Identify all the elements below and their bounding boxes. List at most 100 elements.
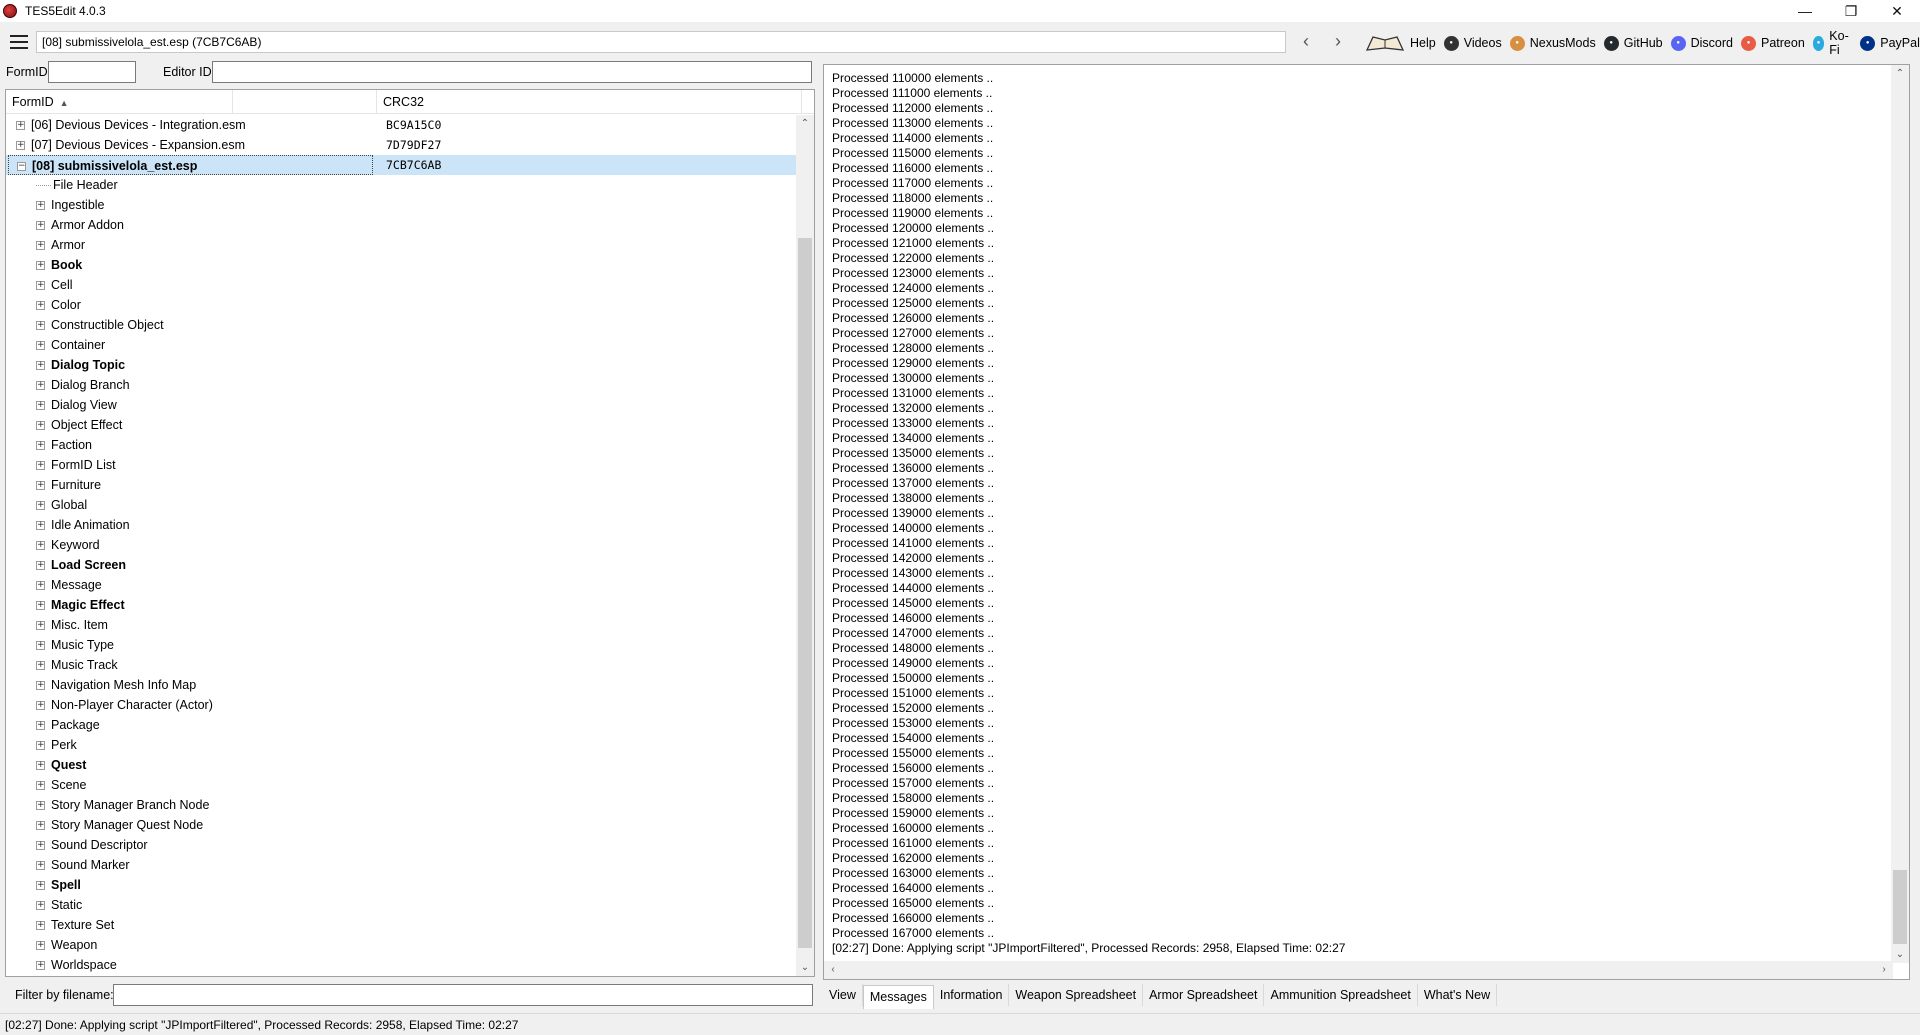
minimize-button[interactable]: — xyxy=(1782,0,1828,22)
link-nexusmods[interactable]: ● NexusMods xyxy=(1509,35,1596,51)
expand-icon[interactable]: + xyxy=(36,861,45,871)
expand-icon[interactable]: + xyxy=(36,361,45,371)
expand-icon[interactable]: + xyxy=(16,121,25,131)
tree-row-group[interactable]: + Music Track xyxy=(6,655,796,675)
tree-row-group[interactable]: + Object Effect xyxy=(6,415,796,435)
messages-log[interactable]: Processed 110000 elements .. Processed 11… xyxy=(823,64,1910,980)
expand-icon[interactable]: + xyxy=(36,801,45,811)
tree-row-group[interactable]: + Keyword xyxy=(6,535,796,555)
tree-row-group[interactable]: + Quest xyxy=(6,755,796,775)
tab-view[interactable]: View xyxy=(823,984,863,1006)
log-scroll-left-icon[interactable]: ‹ xyxy=(824,961,842,978)
tree-row-group[interactable]: + Scene xyxy=(6,775,796,795)
tree-row-group[interactable]: + Constructible Object xyxy=(6,315,796,335)
crc32-column-header[interactable]: CRC32 xyxy=(377,90,802,114)
expand-icon[interactable]: + xyxy=(36,581,45,591)
expand-icon[interactable]: + xyxy=(36,441,45,451)
tree-row-group[interactable]: + Furniture xyxy=(6,475,796,495)
tree-row-group[interactable]: + Dialog Branch xyxy=(6,375,796,395)
expand-icon[interactable]: + xyxy=(36,521,45,531)
tree-row-group[interactable]: + FormID List xyxy=(6,455,796,475)
tree-row-group[interactable]: + Sound Marker xyxy=(6,855,796,875)
expand-icon[interactable]: + xyxy=(36,261,45,271)
expand-icon[interactable]: + xyxy=(36,201,45,211)
expand-icon[interactable]: + xyxy=(36,281,45,291)
tree-row-group[interactable]: + Armor xyxy=(6,235,796,255)
expand-icon[interactable]: + xyxy=(36,661,45,671)
tree-scroll-thumb[interactable] xyxy=(798,238,812,948)
restore-button[interactable]: ❐ xyxy=(1828,0,1874,22)
tree-row-group[interactable]: + Global xyxy=(6,495,796,515)
tree-row-group[interactable]: + Weapon xyxy=(6,935,796,955)
tree-row-group[interactable]: + Idle Animation xyxy=(6,515,796,535)
tree-row-group[interactable]: + Spell xyxy=(6,875,796,895)
expand-icon[interactable]: + xyxy=(36,401,45,411)
log-scroll-down-icon[interactable]: ⌄ xyxy=(1891,946,1909,963)
expand-icon[interactable]: + xyxy=(36,541,45,551)
tree-row-group[interactable]: + Book xyxy=(6,255,796,275)
tree-row-plugin[interactable]: + [06] Devious Devices - Integration.esm B… xyxy=(6,115,796,135)
expand-icon[interactable]: + xyxy=(36,641,45,651)
tree-row-group[interactable]: File Header xyxy=(6,175,796,195)
log-scroll-thumb[interactable] xyxy=(1893,870,1907,944)
tab-what-s-new[interactable]: What's New xyxy=(1418,984,1498,1006)
current-path-box[interactable]: [08] submissivelola_est.esp (7CB7C6AB) xyxy=(36,31,1286,53)
tree-row-group[interactable]: + Texture Set xyxy=(6,915,796,935)
expand-icon[interactable]: + xyxy=(36,681,45,691)
menu-icon[interactable] xyxy=(10,35,28,49)
expand-icon[interactable]: + xyxy=(36,421,45,431)
expand-icon[interactable]: + xyxy=(36,901,45,911)
expand-icon[interactable]: + xyxy=(36,461,45,471)
tree-vertical-scrollbar[interactable]: ⌃ ⌄ xyxy=(796,115,814,976)
back-arrow-icon[interactable]: ‹ xyxy=(1296,32,1316,52)
tree-row-group[interactable]: + Faction xyxy=(6,435,796,455)
tree-row-group[interactable]: + Armor Addon xyxy=(6,215,796,235)
tree-row-group[interactable]: + Story Manager Branch Node xyxy=(6,795,796,815)
tab-messages[interactable]: Messages xyxy=(862,985,934,1009)
link-patreon[interactable]: ● Patreon xyxy=(1741,35,1805,51)
tree-row-group[interactable]: + Sound Descriptor xyxy=(6,835,796,855)
link-help[interactable]: Help xyxy=(1365,34,1436,52)
tree-row-group[interactable]: + Story Manager Quest Node xyxy=(6,815,796,835)
link-videos[interactable]: ● Videos xyxy=(1443,35,1502,51)
tab-ammunition-spreadsheet[interactable]: Ammunition Spreadsheet xyxy=(1264,984,1418,1006)
tree-row-group[interactable]: + Package xyxy=(6,715,796,735)
tree-row-group[interactable]: + Static xyxy=(6,895,796,915)
tree-row-group[interactable]: + Perk xyxy=(6,735,796,755)
tab-information[interactable]: Information xyxy=(934,984,1010,1006)
tree-row-group[interactable]: + Non-Player Character (Actor) xyxy=(6,695,796,715)
formid-column-header[interactable]: FormID ▲ xyxy=(6,90,233,114)
expand-icon[interactable]: + xyxy=(36,321,45,331)
tree-row-group[interactable]: + Magic Effect xyxy=(6,595,796,615)
expand-icon[interactable]: + xyxy=(36,221,45,231)
scroll-up-arrow-icon[interactable]: ⌃ xyxy=(796,115,814,132)
expand-icon[interactable]: + xyxy=(36,601,45,611)
tree-row-group[interactable]: + Cell xyxy=(6,275,796,295)
tree-row-group[interactable]: + Navigation Mesh Info Map xyxy=(6,675,796,695)
expand-icon[interactable]: + xyxy=(36,481,45,491)
expand-icon[interactable]: + xyxy=(36,781,45,791)
editorid-input[interactable] xyxy=(212,61,812,83)
expand-icon[interactable]: + xyxy=(36,561,45,571)
expand-icon[interactable]: + xyxy=(36,961,45,971)
tree-row-group[interactable]: + Dialog View xyxy=(6,395,796,415)
expand-icon[interactable]: + xyxy=(36,761,45,771)
log-horizontal-scrollbar[interactable]: ‹ › xyxy=(824,961,1893,979)
tree-row-group[interactable]: + Container xyxy=(6,335,796,355)
tree-row-group[interactable]: + Dialog Topic xyxy=(6,355,796,375)
scroll-down-arrow-icon[interactable]: ⌄ xyxy=(796,959,814,976)
expand-icon[interactable]: + xyxy=(36,941,45,951)
tree-row-group[interactable]: + Worldspace xyxy=(6,955,796,975)
expand-icon[interactable]: + xyxy=(36,921,45,931)
tree-row-group[interactable]: + Message xyxy=(6,575,796,595)
tree-row-group[interactable]: + Misc. Item xyxy=(6,615,796,635)
formid-input[interactable] xyxy=(48,61,136,83)
link-discord[interactable]: ● Discord xyxy=(1670,35,1733,51)
link-ko-fi[interactable]: ● Ko-Fi xyxy=(1812,29,1852,57)
collapse-icon[interactable]: − xyxy=(17,162,26,172)
record-tree[interactable]: FormID ▲ CRC32 + [06] Devious Devices - In… xyxy=(5,89,815,977)
tree-row-plugin[interactable]: − [08] submissivelola_est.esp 7CB7C6AB xyxy=(6,155,796,175)
expand-icon[interactable]: + xyxy=(36,881,45,891)
tab-armor-spreadsheet[interactable]: Armor Spreadsheet xyxy=(1143,984,1265,1006)
link-github[interactable]: ● GitHub xyxy=(1603,35,1663,51)
